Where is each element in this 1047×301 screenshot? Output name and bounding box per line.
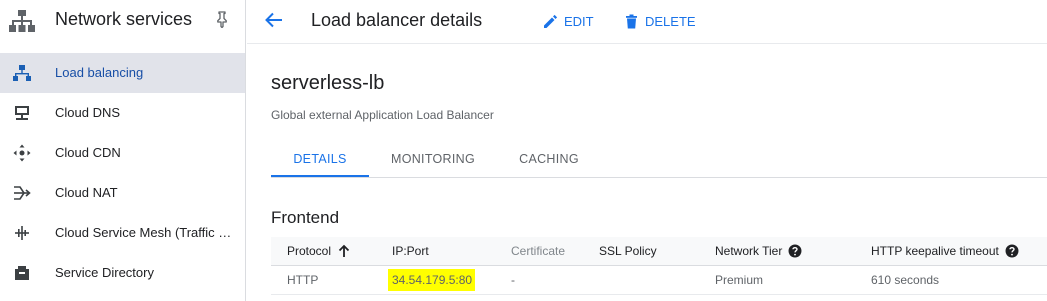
back-arrow-icon[interactable] bbox=[263, 9, 285, 31]
sidebar-item-load-balancing[interactable]: Load balancing bbox=[0, 53, 245, 93]
column-header-ip-port: IP:Port bbox=[392, 244, 429, 258]
delete-label: DELETE bbox=[645, 13, 696, 29]
sidebar-item-label: Service Directory bbox=[55, 265, 154, 280]
edit-label: EDIT bbox=[564, 13, 594, 29]
cell-keepalive-timeout: 610 seconds bbox=[871, 273, 940, 287]
tab-bar: DETAILS MONITORING CACHING bbox=[271, 140, 1047, 178]
sort-arrow-up-icon[interactable] bbox=[337, 244, 351, 258]
sidebar-item-service-directory[interactable]: Service Directory bbox=[0, 253, 245, 293]
pencil-icon bbox=[544, 14, 558, 28]
load-balancer-type: Global external Application Load Balance… bbox=[271, 108, 494, 122]
help-icon[interactable] bbox=[788, 244, 802, 258]
column-header-protocol[interactable]: Protocol bbox=[287, 237, 351, 266]
table-header-row: Protocol IP:Port Certificate SSL Policy … bbox=[271, 237, 1047, 266]
cell-protocol: HTTP bbox=[287, 273, 319, 287]
cloud-cdn-icon bbox=[13, 144, 31, 162]
sidebar-item-cloud-cdn[interactable]: Cloud CDN bbox=[0, 133, 245, 173]
tab-details[interactable]: DETAILS bbox=[271, 140, 369, 177]
service-mesh-icon bbox=[15, 226, 29, 240]
pin-icon[interactable] bbox=[213, 10, 231, 28]
page-title: Load balancer details bbox=[311, 10, 483, 30]
column-header-keepalive-timeout: HTTP keepalive timeout bbox=[871, 237, 1019, 266]
cloud-nat-icon bbox=[14, 186, 31, 200]
frontend-section-title: Frontend bbox=[271, 208, 340, 227]
frontend-table: Protocol IP:Port Certificate SSL Policy … bbox=[271, 237, 1047, 295]
load-balancing-icon bbox=[13, 65, 31, 81]
sidebar-item-label: Cloud Service Mesh (Traffic … bbox=[55, 225, 232, 240]
delete-button[interactable]: DELETE bbox=[624, 12, 696, 30]
sidebar-item-label: Cloud DNS bbox=[55, 105, 121, 120]
tab-monitoring[interactable]: MONITORING bbox=[381, 140, 485, 177]
sidebar-item-cloud-dns[interactable]: Cloud DNS bbox=[0, 93, 245, 133]
sidebar-item-label: Load balancing bbox=[55, 65, 144, 80]
sidebar: Network services Load balancing Cloud DN… bbox=[0, 0, 246, 301]
page-header: Load balancer details EDIT DELETE bbox=[247, 0, 1047, 44]
column-header-ssl-policy: SSL Policy bbox=[599, 244, 657, 258]
edit-button[interactable]: EDIT bbox=[543, 12, 594, 30]
tab-caching[interactable]: CACHING bbox=[507, 140, 591, 177]
cell-network-tier: Premium bbox=[715, 273, 764, 287]
sidebar-item-service-mesh[interactable]: Cloud Service Mesh (Traffic … bbox=[0, 213, 245, 253]
ip-port-highlight: 34.54.179.5:80 bbox=[388, 269, 476, 291]
trash-icon bbox=[626, 14, 637, 28]
column-header-certificate: Certificate bbox=[511, 244, 566, 258]
cloud-dns-icon bbox=[15, 106, 29, 120]
service-directory-icon bbox=[15, 266, 29, 280]
sidebar-item-label: Cloud NAT bbox=[55, 185, 118, 200]
sidebar-title: Network services bbox=[55, 9, 193, 29]
sidebar-item-label: Cloud CDN bbox=[55, 145, 121, 160]
load-balancer-name: serverless-lb bbox=[271, 72, 385, 94]
table-row: HTTP 34.54.179.5:80 - Premium 610 second… bbox=[271, 266, 1047, 295]
sidebar-item-cloud-nat[interactable]: Cloud NAT bbox=[0, 173, 245, 213]
cell-ip-port: 34.54.179.5:80 bbox=[388, 266, 476, 295]
column-header-network-tier: Network Tier bbox=[715, 237, 802, 266]
main-content: Load balancer details EDIT DELETE server… bbox=[247, 0, 1047, 301]
help-icon[interactable] bbox=[1005, 244, 1019, 258]
cell-certificate: - bbox=[511, 273, 515, 287]
network-services-icon bbox=[9, 10, 35, 32]
sidebar-header: Network services bbox=[0, 0, 246, 40]
